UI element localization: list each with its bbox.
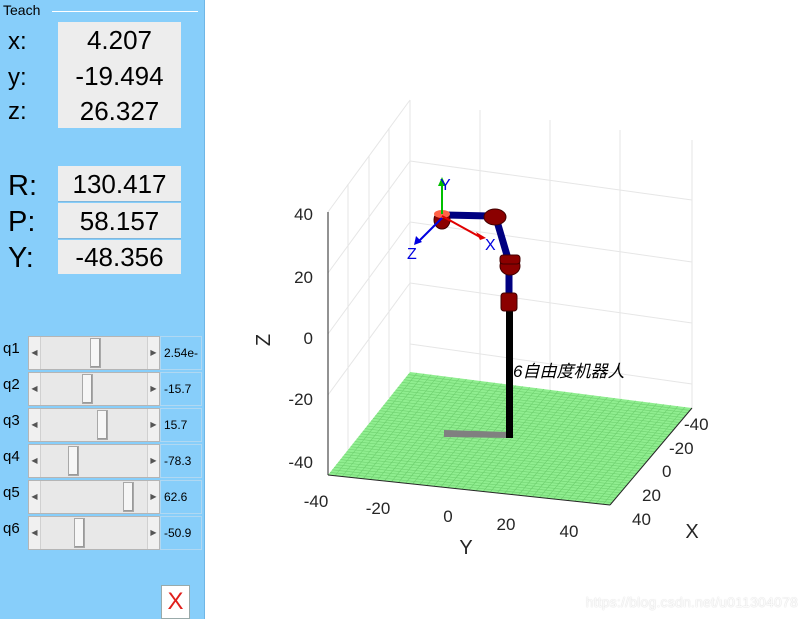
slider-trough[interactable] xyxy=(41,373,147,405)
slider-thumb[interactable] xyxy=(68,446,79,476)
y-value: -19.494 xyxy=(58,58,181,94)
joint-4 xyxy=(483,208,507,226)
slider-left-arrow-icon[interactable]: ◀ xyxy=(29,373,41,405)
slider-thumb[interactable] xyxy=(82,374,93,404)
slider-trough[interactable] xyxy=(41,517,147,549)
slider-left-arrow-icon[interactable]: ◀ xyxy=(29,337,41,369)
slider-left-arrow-icon[interactable]: ◀ xyxy=(29,445,41,477)
q2-slider[interactable]: ◀ ▶ xyxy=(28,372,160,406)
slider-left-arrow-icon[interactable]: ◀ xyxy=(29,409,41,441)
q5-slider[interactable]: ◀ ▶ xyxy=(28,480,160,514)
q5-label: q5 xyxy=(3,484,20,501)
z-axis: 40 20 0 -20 -40 xyxy=(288,205,313,472)
q3-label: q3 xyxy=(3,412,20,429)
roll-value: 130.417 xyxy=(58,166,181,202)
frame-y-label: Y xyxy=(440,177,451,194)
slider-thumb[interactable] xyxy=(90,338,101,368)
z-axis-label: Z xyxy=(253,334,275,346)
q2-value[interactable]: -15.7 xyxy=(160,372,202,406)
close-button[interactable]: X xyxy=(161,585,190,619)
q6-label: q6 xyxy=(3,520,20,537)
x-tick-label: 20 xyxy=(642,486,661,505)
x-value: 4.207 xyxy=(58,22,181,58)
q5-value[interactable]: 62.6 xyxy=(160,480,202,514)
robot-3d-plot[interactable]: 40 20 0 -20 -40 Z -40 -20 0 20 40 Y 40 2… xyxy=(206,0,808,619)
q1-label: q1 xyxy=(3,340,20,357)
teach-panel: Teach x: y: z: 4.207 -19.494 26.327 R: P… xyxy=(0,0,205,619)
slider-trough[interactable] xyxy=(41,337,147,369)
q4-label: q4 xyxy=(3,448,20,465)
joint-1 xyxy=(500,292,518,312)
y-tick-label: 0 xyxy=(443,507,452,526)
z-tick-label: 20 xyxy=(294,268,313,287)
pitch-label: P: xyxy=(8,206,36,238)
q4-slider[interactable]: ◀ ▶ xyxy=(28,444,160,478)
slider-thumb[interactable] xyxy=(123,482,134,512)
slider-right-arrow-icon[interactable]: ▶ xyxy=(147,373,159,405)
yaw-value: -48.356 xyxy=(58,240,181,274)
z-label: z: xyxy=(8,98,27,125)
z-tick-label: 40 xyxy=(294,205,313,224)
y-axis-label: Y xyxy=(459,537,472,559)
q4-value[interactable]: -78.3 xyxy=(160,444,202,478)
slider-left-arrow-icon[interactable]: ◀ xyxy=(29,481,41,513)
y-tick-label: 20 xyxy=(497,515,516,534)
q1-value[interactable]: 2.54e- xyxy=(160,336,202,370)
watermark-text: https://blog.csdn.net/u011304078 xyxy=(585,594,798,610)
frame-x-label: X xyxy=(485,237,496,254)
q1-slider[interactable]: ◀ ▶ xyxy=(28,336,160,370)
teach-panel-title: Teach xyxy=(3,2,44,18)
z-tick-label: -40 xyxy=(288,453,313,472)
y-tick-label: -40 xyxy=(304,492,329,511)
frame-z-label: Z xyxy=(407,246,417,263)
q3-slider[interactable]: ◀ ▶ xyxy=(28,408,160,442)
figure-window: Teach x: y: z: 4.207 -19.494 26.327 R: P… xyxy=(0,0,808,619)
x-tick-label: 0 xyxy=(662,462,671,481)
x-axis-label: X xyxy=(685,521,698,543)
q2-label: q2 xyxy=(3,376,20,393)
y-axis: -40 -20 0 20 40 xyxy=(304,492,579,541)
x-tick-label: -40 xyxy=(684,415,709,434)
q6-value[interactable]: -50.9 xyxy=(160,516,202,550)
slider-trough[interactable] xyxy=(41,445,147,477)
slider-right-arrow-icon[interactable]: ▶ xyxy=(147,445,159,477)
slider-trough[interactable] xyxy=(41,409,147,441)
panel-border xyxy=(52,11,198,12)
slider-right-arrow-icon[interactable]: ▶ xyxy=(147,481,159,513)
slider-right-arrow-icon[interactable]: ▶ xyxy=(147,337,159,369)
slider-trough[interactable] xyxy=(41,481,147,513)
x-tick-label: -20 xyxy=(669,439,694,458)
robot-name-label: 6自由度机器人 xyxy=(513,362,624,381)
slider-thumb[interactable] xyxy=(74,518,85,548)
q6-slider[interactable]: ◀ ▶ xyxy=(28,516,160,550)
slider-right-arrow-icon[interactable]: ▶ xyxy=(147,517,159,549)
yaw-label: Y: xyxy=(8,242,34,274)
joint-3 xyxy=(499,254,521,265)
x-tick-label: 40 xyxy=(632,510,651,529)
y-label: y: xyxy=(8,64,27,91)
y-tick-label: -20 xyxy=(366,499,391,518)
robot-base-column xyxy=(506,300,513,438)
x-label: x: xyxy=(8,28,27,55)
y-tick-label: 40 xyxy=(560,522,579,541)
roll-label: R: xyxy=(8,170,37,202)
pitch-value: 58.157 xyxy=(58,203,181,239)
z-tick-label: 0 xyxy=(304,329,313,348)
slider-left-arrow-icon[interactable]: ◀ xyxy=(29,517,41,549)
slider-thumb[interactable] xyxy=(97,410,108,440)
q3-value[interactable]: 15.7 xyxy=(160,408,202,442)
slider-right-arrow-icon[interactable]: ▶ xyxy=(147,409,159,441)
z-tick-label: -20 xyxy=(288,390,313,409)
z-value: 26.327 xyxy=(58,94,181,128)
